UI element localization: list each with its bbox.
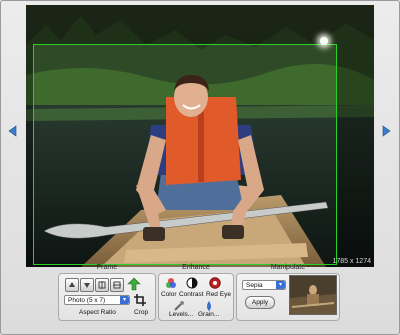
contrast-label[interactable]: Contrast: [179, 291, 204, 298]
effect-preview-thumbnail: [289, 275, 337, 315]
enhance-panel: Enhance Color Contrast Red Eye Levels...…: [158, 264, 234, 321]
color-label[interactable]: Color: [161, 291, 177, 298]
enhance-title: Enhance: [182, 264, 210, 271]
levels-label[interactable]: Levels...: [169, 311, 193, 318]
flip-vertical-icon: [113, 281, 121, 289]
select-caret-icon: ▾: [120, 296, 129, 304]
manipulate-title: Manipulate: [270, 264, 306, 271]
enhance-box: Color Contrast Red Eye Levels... Grain..…: [158, 273, 234, 321]
frame-preset-value: Photo (5 x 7): [68, 297, 106, 304]
image-viewer[interactable]: 1785 x 1274: [26, 5, 374, 267]
flip-horizontal-button[interactable]: [95, 278, 109, 292]
aspect-ratio-label: Aspect Ratio: [79, 309, 116, 316]
crop-handle[interactable]: [320, 37, 328, 45]
rotate-right-icon: [84, 283, 90, 288]
frame-preset-select[interactable]: Photo (5 x 7) ▾: [64, 295, 130, 305]
flip-vertical-button[interactable]: [110, 278, 124, 292]
frame-panel: Frame Photo (5 x 7) ▾ Aspect Ratio Crop: [58, 264, 156, 321]
flip-horizontal-icon: [98, 281, 106, 289]
red-eye-icon[interactable]: [209, 277, 221, 289]
grain-label[interactable]: Grain...: [198, 311, 219, 318]
red-eye-label[interactable]: Red Eye: [206, 291, 231, 298]
color-icon[interactable]: [165, 277, 177, 289]
effect-select[interactable]: Sepia ▾: [242, 280, 286, 290]
rotate-left-button[interactable]: [65, 278, 79, 292]
effect-value: Sepia: [246, 282, 263, 289]
rotate-left-icon: [69, 282, 75, 287]
apply-button[interactable]: Apply: [245, 296, 275, 309]
frame-box: Photo (5 x 7) ▾ Aspect Ratio Crop: [58, 273, 156, 321]
frame-title: Frame: [96, 264, 118, 271]
rotate-right-button[interactable]: [80, 278, 94, 292]
crop-icon[interactable]: [133, 293, 147, 307]
previous-arrow-icon[interactable]: [7, 125, 19, 137]
crop-label: Crop: [134, 309, 149, 316]
next-arrow-icon[interactable]: [380, 125, 392, 137]
select-caret-icon: ▾: [276, 281, 285, 289]
straighten-up-icon[interactable]: [127, 277, 141, 291]
contrast-icon[interactable]: [186, 277, 198, 289]
crop-selection[interactable]: [33, 44, 337, 265]
